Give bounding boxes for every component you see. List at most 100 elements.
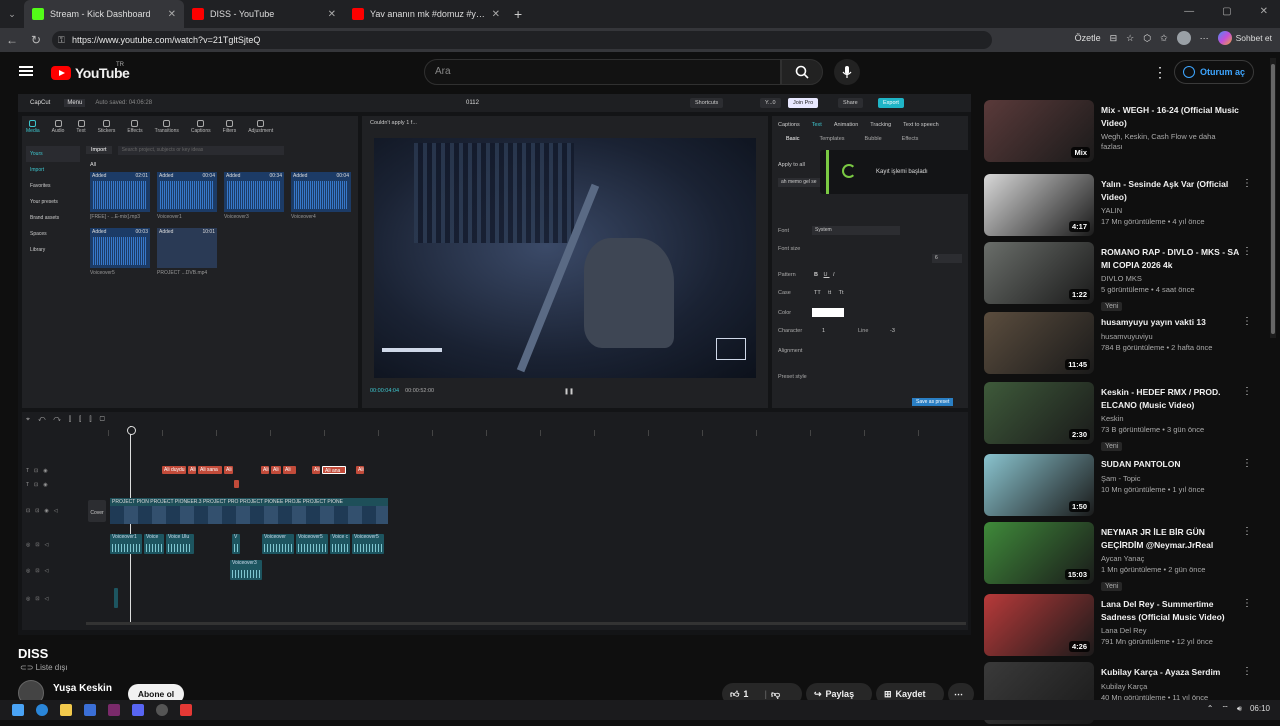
video-title[interactable]: Lana Del Rey - Summertime Sadness (Offic…	[1101, 598, 1239, 623]
edge-icon[interactable]	[36, 704, 48, 716]
video-player[interactable]: CapCut Menu Auto saved: 04:06:28 0112 Sh…	[18, 94, 971, 635]
character-label: Character	[778, 328, 803, 334]
app-icon[interactable]	[84, 704, 96, 716]
recommendation-item[interactable]: Mix Mix - WEGH - 16-24 (Official Music Vi…	[984, 100, 1254, 164]
video-thumbnail[interactable]: 4:17	[984, 174, 1094, 236]
like-icon[interactable]: 👍︎	[730, 689, 739, 700]
video-title[interactable]: NEYMAR JR İLE BİR GÜN GEÇİRDİM @Neymar.J…	[1101, 526, 1239, 551]
video-title[interactable]: Kubilay Karça - Ayaza Serdim	[1101, 666, 1239, 679]
search-input[interactable]: Ara	[424, 59, 781, 85]
video-thumbnail[interactable]: 4:26	[984, 594, 1094, 656]
recommendation-item[interactable]: 1:22 ROMANO RAP - DIVLO - MKS - SA MI COP…	[984, 242, 1254, 311]
windows-start-icon[interactable]	[12, 704, 24, 716]
video-info: husamyuyu yayın vakti 13 husamvuyuviyu 784…	[1101, 316, 1239, 353]
media-clip-name: Voiceover4	[291, 214, 316, 220]
like-count[interactable]: 1	[743, 689, 748, 699]
video-thumbnail[interactable]: 11:45	[984, 312, 1094, 374]
audio-clip: Voice c	[330, 534, 350, 554]
favorites-icon[interactable]: ✩	[1160, 33, 1168, 44]
page-scrollbar[interactable]	[1270, 58, 1276, 338]
close-window-icon[interactable]: ✕	[1260, 6, 1268, 17]
channel-name: Şam - Topic	[1101, 473, 1141, 483]
media-clip-name: Voiceover5	[90, 270, 115, 276]
more-icon[interactable]: ⋮	[1242, 526, 1252, 537]
reader-icon[interactable]: ⊟	[1110, 33, 1118, 44]
more-icon[interactable]: ⋮	[1242, 458, 1252, 469]
video-title[interactable]: Keskin - HEDEF RMX / PROD. ELCANO (Music…	[1101, 386, 1239, 411]
clock[interactable]: 06:10	[1250, 704, 1270, 714]
close-icon[interactable]: ✕	[492, 9, 500, 20]
volume-icon[interactable]: 🔊︎	[1237, 704, 1242, 714]
more-icon[interactable]: ⋮	[1242, 246, 1252, 257]
dislike-icon[interactable]: 👎︎	[771, 689, 780, 700]
recommendation-item[interactable]: 4:17 Yalın - Sesinde Aşk Var (Official Vi…	[984, 174, 1254, 238]
extensions-icon[interactable]: ⬡	[1143, 33, 1151, 44]
obs-icon[interactable]	[156, 704, 168, 716]
back-icon[interactable]: ←	[0, 33, 24, 47]
color-swatch	[812, 308, 844, 317]
recommendation-item[interactable]: 15:03 NEYMAR JR İLE BİR GÜN GEÇİRDİM @Ney…	[984, 522, 1254, 591]
toolbar-transitions: Transitions	[155, 120, 179, 134]
file-explorer-icon[interactable]	[60, 704, 72, 716]
settings-kebab-icon[interactable]: ⋮	[1153, 64, 1167, 81]
star-icon[interactable]: ☆	[1126, 33, 1134, 44]
more-icon[interactable]: ⋯	[1200, 33, 1209, 44]
props-tab-captions: Captions	[778, 122, 800, 128]
network-icon[interactable]: ⌔	[1221, 704, 1229, 714]
maximize-icon[interactable]: ▢	[1222, 6, 1231, 17]
tray-chevron-icon[interactable]: ⌃	[1207, 704, 1214, 714]
signin-button[interactable]: Oturum aç	[1174, 60, 1255, 84]
tab-list-icon[interactable]: ⌄	[0, 9, 24, 20]
case-options: TT tt Tt	[814, 290, 844, 296]
recommendation-item[interactable]: 1:50 SUDAN PANTOLON Şam - Topic 10 Mn görün…	[984, 454, 1254, 518]
url-field[interactable]: ⚿ https://www.youtube.com/watch?v=21Tglt…	[52, 31, 992, 49]
channel-name[interactable]: Yuşa Keskin	[53, 683, 112, 694]
video-thumbnail[interactable]: 15:03	[984, 522, 1094, 584]
chat-button[interactable]: Sohbet et	[1217, 31, 1272, 45]
video-thumbnail[interactable]: 1:50	[984, 454, 1094, 516]
tab-yav-ananin[interactable]: Yav ananın mk #domuz #yaw #ana ✕	[344, 0, 508, 28]
tab-diss-youtube[interactable]: DISS - YouTube ✕	[184, 0, 344, 28]
summarize-button[interactable]: Özetle	[1075, 33, 1101, 43]
video-title[interactable]: Mix - WEGH - 16-24 (Official Music Video…	[1101, 104, 1239, 129]
app-icon[interactable]	[108, 704, 120, 716]
timeline-tools: ⌖↶↷⫿⫿⫿▢	[26, 416, 113, 423]
more-icon[interactable]: ⋮	[1242, 598, 1252, 609]
close-icon[interactable]: ✕	[168, 9, 176, 20]
menu-icon[interactable]	[19, 66, 33, 76]
video-thumbnail[interactable]: 2:30	[984, 382, 1094, 444]
video-thumbnail[interactable]: 1:22	[984, 242, 1094, 304]
video-title[interactable]: Yalın - Sesinde Aşk Var (Official Video)	[1101, 178, 1239, 203]
video-thumbnail[interactable]: Mix	[984, 100, 1094, 162]
more-icon[interactable]: ⋮	[1242, 666, 1252, 677]
new-tab-button[interactable]: +	[514, 6, 522, 22]
more-icon[interactable]: ⋮	[1242, 386, 1252, 397]
audio-clip: V	[232, 534, 240, 554]
more-icon[interactable]: ⋮	[1242, 178, 1252, 189]
profile-avatar[interactable]	[1176, 31, 1191, 45]
close-icon[interactable]: ✕	[328, 9, 336, 20]
alignment-label: Alignment	[778, 348, 803, 354]
channel-name: Keskin	[1101, 414, 1124, 423]
search-button[interactable]	[781, 59, 823, 85]
video-title[interactable]: husamyuyu yayın vakti 13	[1101, 316, 1239, 329]
media-clip: Added 00:34	[224, 172, 284, 212]
toolbar-media: Media	[26, 120, 40, 134]
recommendation-item[interactable]: 4:26 Lana Del Rey - Summertime Sadness (O…	[984, 594, 1254, 658]
media-clip: Added 02:01	[90, 172, 150, 212]
voice-search-button[interactable]	[834, 59, 860, 85]
tab-kick-dashboard[interactable]: Stream - Kick Dashboard ✕	[24, 0, 184, 28]
reload-icon[interactable]: ↻	[24, 33, 48, 47]
video-title[interactable]: SUDAN PANTOLON	[1101, 458, 1239, 471]
recommendation-item[interactable]: 11:45 husamyuyu yayın vakti 13 husamvuyuvi…	[984, 312, 1254, 376]
video-title[interactable]: ROMANO RAP - DIVLO - MKS - SA MI COPIA 2…	[1101, 246, 1239, 271]
capcut-media-sidebar: Yours Import Favorites Your presets Bran…	[26, 146, 80, 258]
more-icon[interactable]: ⋮	[1242, 316, 1252, 327]
app-icon[interactable]	[180, 704, 192, 716]
capcut-logo: CapCut	[30, 100, 51, 106]
youtube-icon	[192, 8, 204, 20]
minimize-icon[interactable]: —	[1184, 6, 1194, 17]
discord-icon[interactable]	[132, 704, 144, 716]
recommendation-item[interactable]: 2:30 Keskin - HEDEF RMX / PROD. ELCANO (M…	[984, 382, 1254, 451]
share-icon: ↪	[814, 688, 822, 699]
